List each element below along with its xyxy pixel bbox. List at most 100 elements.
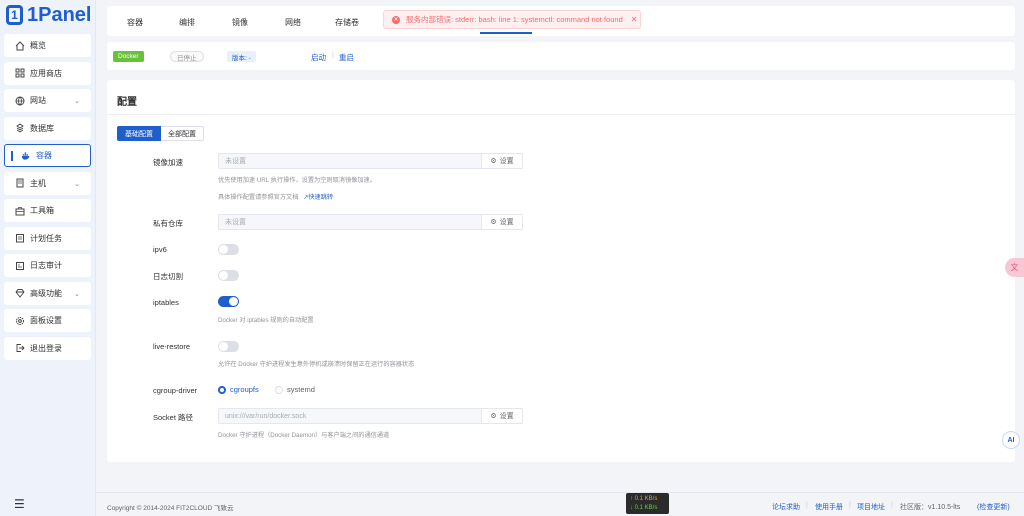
edition-label: 社区版：v1.10.5-lts — [900, 502, 960, 512]
gear-icon — [15, 316, 25, 326]
tab-all-config[interactable]: 全部配置 — [161, 126, 204, 141]
tab-basic-config[interactable]: 基础配置 — [117, 126, 161, 141]
divider: | — [891, 502, 893, 509]
config-panel: 配置 基础配置 全部配置 镜像加速 未设置 ⚙ 设置 优先使用加速 URL 执行… — [107, 80, 1015, 462]
sidebar-item-label: 退出登录 — [30, 343, 62, 353]
socket-set-button[interactable]: ⚙ 设置 — [481, 409, 522, 423]
forum-link[interactable]: 论坛求助 — [772, 502, 800, 512]
version-text: v1.10.5-lts — [928, 504, 961, 511]
tab-compose[interactable]: 编排 — [179, 17, 195, 28]
sidebar-item-label: 面板设置 — [30, 316, 62, 325]
chevron-down-icon: ⌄ — [74, 290, 80, 298]
sidebar-item-label: 主机 — [30, 178, 46, 188]
download-speed: ↓ 0.1 KB/s — [630, 505, 658, 511]
translate-icon[interactable]: 文 — [1005, 258, 1024, 277]
chevron-down-icon: ⌄ — [74, 98, 80, 105]
docker-tag: Docker — [113, 51, 144, 62]
logo-icon: 1 — [6, 5, 23, 25]
mirror-input[interactable]: 未设置 ⚙ 设置 — [218, 153, 523, 169]
live-restore-hint: 允许在 Docker 守护进程发生意外停机或崩溃时保留正在运行的容器状态 — [218, 361, 415, 368]
sidebar-item-label: 概览 — [30, 41, 46, 50]
socket-input[interactable]: unix:///var/run/docker.sock ⚙ 设置 — [218, 408, 523, 424]
sidebar-item-logs[interactable]: 日志审计 — [4, 254, 91, 277]
log-rotate-switch[interactable] — [218, 270, 239, 281]
network-speed: ↑ 0.1 KB/s ↓ 0.1 KB/s — [626, 493, 669, 514]
quick-jump-label: 快速跳转 — [308, 194, 334, 201]
sidebar-item-settings[interactable]: 面板设置 — [4, 309, 91, 332]
sidebar-item-label: 日志审计 — [30, 261, 62, 270]
systemd-label: systemd — [287, 385, 315, 394]
tab-volumes[interactable]: 存储卷 — [335, 17, 359, 28]
ai-assistant-icon[interactable]: AI — [1002, 431, 1020, 449]
mirror-label: 镜像加速 — [153, 158, 183, 167]
diamond-icon — [15, 288, 25, 298]
mirror-set-button[interactable]: ⚙ 设置 — [481, 154, 522, 168]
error-icon: ✕ — [392, 15, 400, 24]
database-icon — [15, 123, 25, 133]
registry-set-button[interactable]: ⚙ 设置 — [481, 215, 522, 229]
cgroupfs-radio[interactable]: cgroupfs — [218, 385, 259, 394]
socket-label: Socket 路径 — [153, 413, 194, 422]
sidebar-item-database[interactable]: 数据库 — [4, 116, 91, 140]
grid-icon — [15, 68, 25, 78]
edition-text: 社区版： — [900, 504, 928, 511]
sidebar-item-label: 数据库 — [30, 123, 54, 133]
divider: | — [332, 52, 334, 59]
page-title: 配置 — [117, 97, 137, 108]
sidebar-item-label: 高级功能 — [30, 288, 62, 298]
quick-jump-link[interactable]: ↗快速跳转 — [303, 194, 333, 201]
ipv6-label: ipv6 — [153, 245, 167, 254]
sidebar-item-advanced[interactable]: 高级功能 ⌄ — [4, 281, 91, 305]
check-update-link[interactable]: (检查更新) — [977, 502, 1010, 512]
docker-status-bar: Docker 已停止 版本: - 启动 | 重启 — [107, 42, 1015, 70]
live-restore-switch[interactable] — [218, 341, 239, 352]
sidebar-item-overview[interactable]: 概览 — [4, 34, 91, 57]
tab-containers[interactable]: 容器 — [127, 17, 143, 28]
gear-icon: ⚙ — [490, 158, 497, 165]
server-icon — [15, 178, 25, 188]
manual-link[interactable]: 使用手册 — [815, 502, 843, 512]
version-tag: 版本: - — [227, 51, 256, 62]
toolbox-icon — [15, 206, 25, 216]
sidebar: 1 1Panel 概览 应用商店 网站 ⌄ 数据库 容器 主机 ⌄ 工具箱 计划… — [0, 0, 96, 516]
sidebar-item-container[interactable]: 容器 — [4, 144, 91, 167]
globe-icon — [15, 96, 25, 106]
sidebar-item-label: 工具箱 — [30, 206, 54, 215]
menu-collapse-icon[interactable]: ☰ — [14, 497, 25, 511]
gear-icon: ⚙ — [490, 413, 497, 420]
tab-images[interactable]: 镜像 — [232, 17, 248, 28]
app-logo[interactable]: 1 1Panel — [0, 0, 95, 30]
logo-text: 1Panel — [27, 3, 92, 26]
close-icon[interactable]: ✕ — [631, 15, 638, 24]
sidebar-item-label: 容器 — [36, 151, 52, 160]
socket-value: unix:///var/run/docker.sock — [225, 412, 307, 420]
iptables-switch[interactable] — [218, 296, 239, 307]
registry-input[interactable]: 未设置 ⚙ 设置 — [218, 214, 523, 230]
ipv6-switch[interactable] — [218, 244, 239, 255]
project-link[interactable]: 项目地址 — [857, 502, 885, 512]
radio-dot — [218, 385, 226, 394]
registry-value: 未设置 — [225, 219, 246, 226]
live-restore-label: live-restore — [153, 342, 191, 351]
mirror-hint: 优先使用加速 URL 执行操作，设置为空则取消镜像加速。 — [218, 177, 376, 184]
iptables-label: iptables — [153, 298, 179, 307]
sidebar-item-host[interactable]: 主机 ⌄ — [4, 171, 91, 195]
tab-networks[interactable]: 网络 — [285, 17, 301, 28]
restart-button[interactable]: 重启 — [339, 52, 354, 63]
cgroupfs-label: cgroupfs — [230, 385, 259, 394]
cgroup-label: cgroup-driver — [153, 386, 198, 395]
start-button[interactable]: 启动 — [311, 52, 326, 63]
sidebar-item-website[interactable]: 网站 ⌄ — [4, 89, 91, 112]
logout-icon — [15, 343, 25, 353]
sidebar-item-logout[interactable]: 退出登录 — [4, 336, 91, 360]
config-mode-toggle: 基础配置 全部配置 — [117, 126, 204, 141]
systemd-radio[interactable]: systemd — [275, 385, 315, 394]
footer: Copyright © 2014-2024 FIT2CLOUD 飞致云 ↑ 0.… — [96, 492, 1024, 516]
sidebar-nav: 概览 应用商店 网站 ⌄ 数据库 容器 主机 ⌄ 工具箱 计划任务 日志审计 高… — [0, 30, 95, 368]
registry-label: 私有仓库 — [153, 219, 183, 228]
gear-icon: ⚙ — [490, 219, 497, 226]
sidebar-item-label: 应用商店 — [30, 68, 62, 78]
sidebar-item-appstore[interactable]: 应用商店 — [4, 61, 91, 85]
sidebar-item-cron[interactable]: 计划任务 — [4, 226, 91, 250]
sidebar-item-toolbox[interactable]: 工具箱 — [4, 199, 91, 222]
